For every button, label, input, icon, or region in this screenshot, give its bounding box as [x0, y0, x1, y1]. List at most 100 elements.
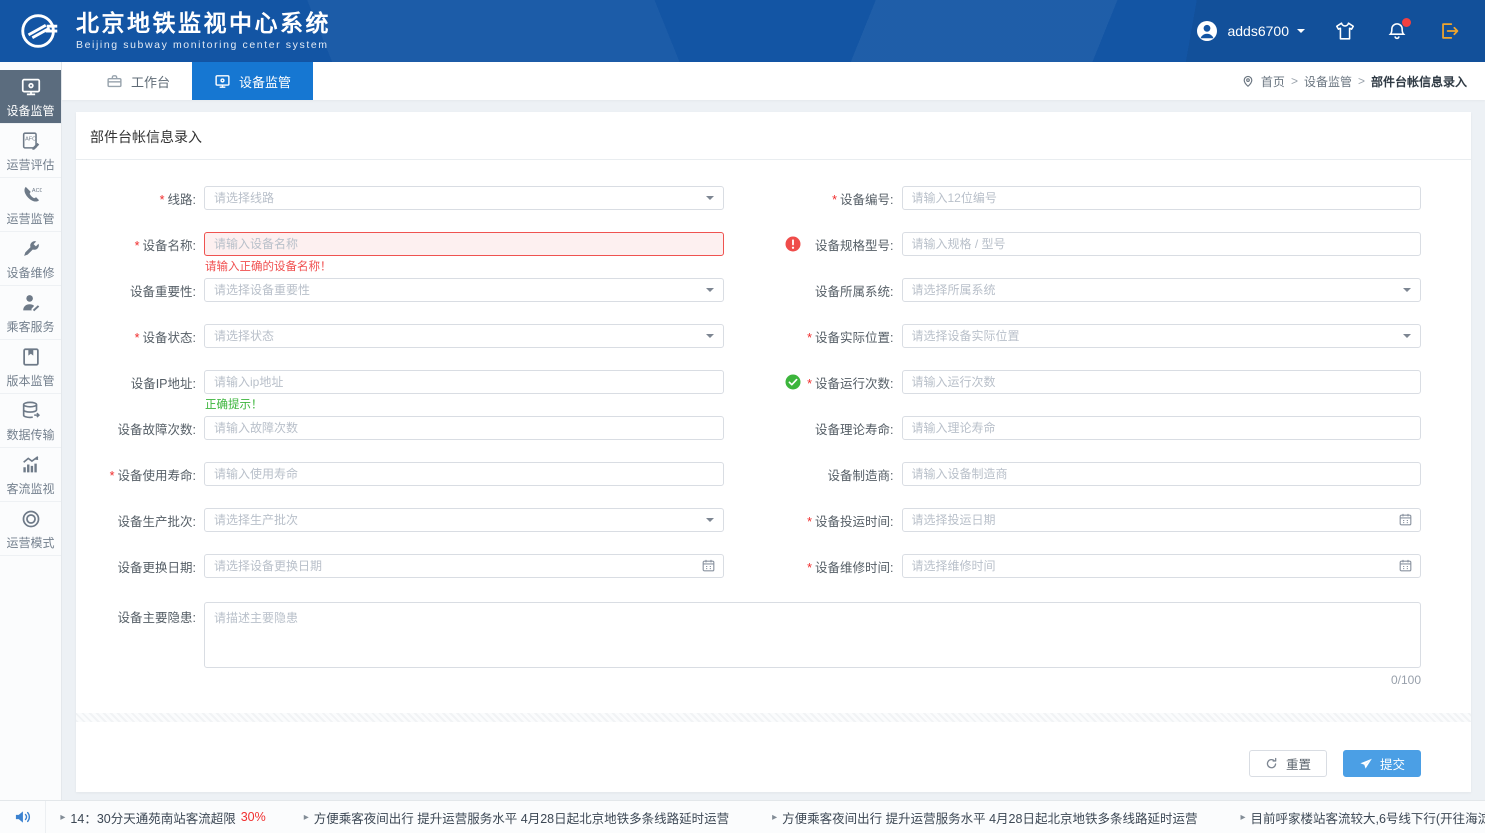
field-label: *设备所属系统: [774, 281, 902, 300]
sidebar-item-label: 运营监管 [6, 210, 54, 227]
field-input[interactable] [204, 508, 724, 532]
ticker-bullet-icon: ▸ [1240, 812, 1245, 823]
svg-text:AFC: AFC [25, 136, 36, 142]
tab-device-monitor[interactable]: 设备监管 [192, 62, 313, 100]
sidebar-item-1[interactable]: AFC 运营评估 [0, 124, 61, 178]
field-input[interactable] [902, 278, 1422, 302]
field-input[interactable] [902, 370, 1422, 394]
field-input[interactable] [902, 324, 1422, 348]
tab-label: 设备监管 [239, 72, 291, 91]
calendar-icon[interactable] [1398, 558, 1414, 574]
logout-icon[interactable] [1437, 19, 1461, 43]
field-label: *设备名称: [76, 235, 204, 254]
char-counter: 0/100 [76, 673, 1471, 687]
breadcrumb-section[interactable]: 设备监管 [1304, 73, 1352, 90]
field-control [902, 278, 1422, 302]
hatch-divider [76, 713, 1471, 722]
user-menu[interactable]: adds6700 [1195, 19, 1305, 43]
field-input[interactable] [204, 370, 724, 394]
sidebar-item-label: 版本监管 [6, 372, 54, 389]
field-input[interactable] [902, 416, 1422, 440]
ticker-item: ▸ 方便乘客夜间出行 提升运营服务水平 4月28日起北京地铁多条线路延时运营 [304, 808, 734, 827]
sidebar-item-0[interactable]: 设备监管 [0, 70, 61, 124]
submit-label: 提交 [1380, 754, 1405, 773]
sidebar: 设备监管 AFC 运营评估 ACC 运营监管 设备维修 乘客服务 版本监管 数据… [0, 62, 62, 800]
form-field-row: *设备名称: 请输入正确的设备名称！ [76, 232, 774, 256]
required-asterisk: * [807, 377, 812, 391]
field-control [204, 462, 724, 486]
app-body: 设备监管 AFC 运营评估 ACC 运营监管 设备维修 乘客服务 版本监管 数据… [0, 62, 1485, 800]
sidebar-item-5[interactable]: 版本监管 [0, 340, 61, 394]
field-label: *设备主要隐患: [76, 602, 204, 626]
breadcrumb-separator: > [1358, 74, 1365, 88]
field-input[interactable] [204, 278, 724, 302]
app-header: 北京地铁监视中心系统 Beijing subway monitoring cen… [0, 0, 1485, 62]
ticker-item: ▸ 14：30分天通苑南站客流超限 30% [60, 808, 265, 827]
theme-skin-icon[interactable] [1333, 19, 1357, 43]
calendar-icon[interactable] [701, 558, 717, 574]
tab-workbench[interactable]: 工作台 [84, 62, 192, 100]
field-input[interactable] [204, 186, 724, 210]
sidebar-item-8[interactable]: 运营模式 [0, 502, 61, 556]
field-control: 正确提示！ [204, 370, 724, 394]
main-area: 工作台 设备监管 首页 [62, 62, 1485, 800]
reset-circular-arrow-icon [1265, 757, 1279, 771]
chevron-down-icon [1297, 29, 1305, 37]
monitor-icon [214, 73, 231, 90]
subway-logo-icon [16, 7, 64, 55]
user-avatar-icon [1195, 19, 1219, 43]
svg-text:ACC: ACC [31, 187, 41, 193]
app-window: 北京地铁监视中心系统 Beijing subway monitoring cen… [0, 0, 1485, 833]
sidebar-item-7[interactable]: 客流监视 [0, 448, 61, 502]
field-input[interactable] [204, 462, 724, 486]
sidebar-item-label: 设备监管 [6, 102, 54, 119]
form-field-row: *设备生产批次: [76, 508, 774, 532]
form-panel: 部件台帐信息录入 *线路: *设备名称: [76, 112, 1471, 792]
hazard-field-row: *设备主要隐患: [76, 602, 1471, 668]
notification-bell-icon[interactable] [1385, 19, 1409, 43]
afc-evaluation-icon: AFC [19, 129, 43, 153]
sidebar-item-6[interactable]: 数据传输 [0, 394, 61, 448]
ticker-items: ▸ 14：30分天通苑南站客流超限 30% ▸ 方便乘客夜间出行 提升运营服务水… [46, 808, 1485, 827]
field-input[interactable] [902, 508, 1422, 532]
tab-label: 工作台 [131, 72, 170, 91]
field-input[interactable] [902, 186, 1422, 210]
field-input[interactable] [902, 554, 1422, 578]
calendar-icon[interactable] [1398, 512, 1414, 528]
sidebar-item-2[interactable]: ACC 运营监管 [0, 178, 61, 232]
breadcrumb-home[interactable]: 首页 [1261, 73, 1285, 90]
page-title: 部件台帐信息录入 [76, 112, 1471, 160]
field-control [902, 232, 1422, 256]
field-input[interactable] [204, 232, 724, 256]
field-input[interactable] [204, 416, 724, 440]
reset-button[interactable]: 重置 [1249, 750, 1327, 777]
notification-dot [1402, 18, 1411, 27]
field-label: *设备更换日期: [76, 557, 204, 576]
submit-button[interactable]: 提交 [1343, 750, 1421, 777]
field-label: *设备规格型号: [774, 235, 902, 254]
form-column-left: *线路: *设备名称: [76, 186, 774, 600]
form-field-row: *线路: [76, 186, 774, 210]
field-control: 请输入正确的设备名称！ [204, 232, 724, 256]
form-grid: *线路: *设备名称: [76, 160, 1471, 600]
field-input[interactable] [204, 324, 724, 348]
sidebar-item-3[interactable]: 设备维修 [0, 232, 61, 286]
wrench-icon [19, 237, 43, 261]
sidebar-item-4[interactable]: 乘客服务 [0, 286, 61, 340]
required-asterisk: * [807, 515, 812, 529]
sidebar-item-label: 运营模式 [6, 534, 54, 551]
field-input[interactable] [902, 232, 1422, 256]
app-subtitle: Beijing subway monitoring center system [76, 39, 331, 51]
workbench-icon [106, 73, 123, 90]
breadcrumb-current: 部件台帐信息录入 [1371, 73, 1467, 90]
form-field-row: *设备状态: [76, 324, 774, 348]
form-field-row: *设备故障次数: [76, 416, 774, 440]
hazard-textarea[interactable] [204, 602, 1421, 668]
field-input[interactable] [204, 554, 724, 578]
form-field-row: *设备实际位置: [774, 324, 1472, 348]
tab-bar: 工作台 设备监管 首页 [62, 62, 1485, 100]
form-field-row: *设备重要性: [76, 278, 774, 302]
field-input[interactable] [902, 462, 1422, 486]
sidebar-item-label: 运营评估 [6, 156, 54, 173]
ticker-bullet-icon: ▸ [304, 812, 309, 823]
